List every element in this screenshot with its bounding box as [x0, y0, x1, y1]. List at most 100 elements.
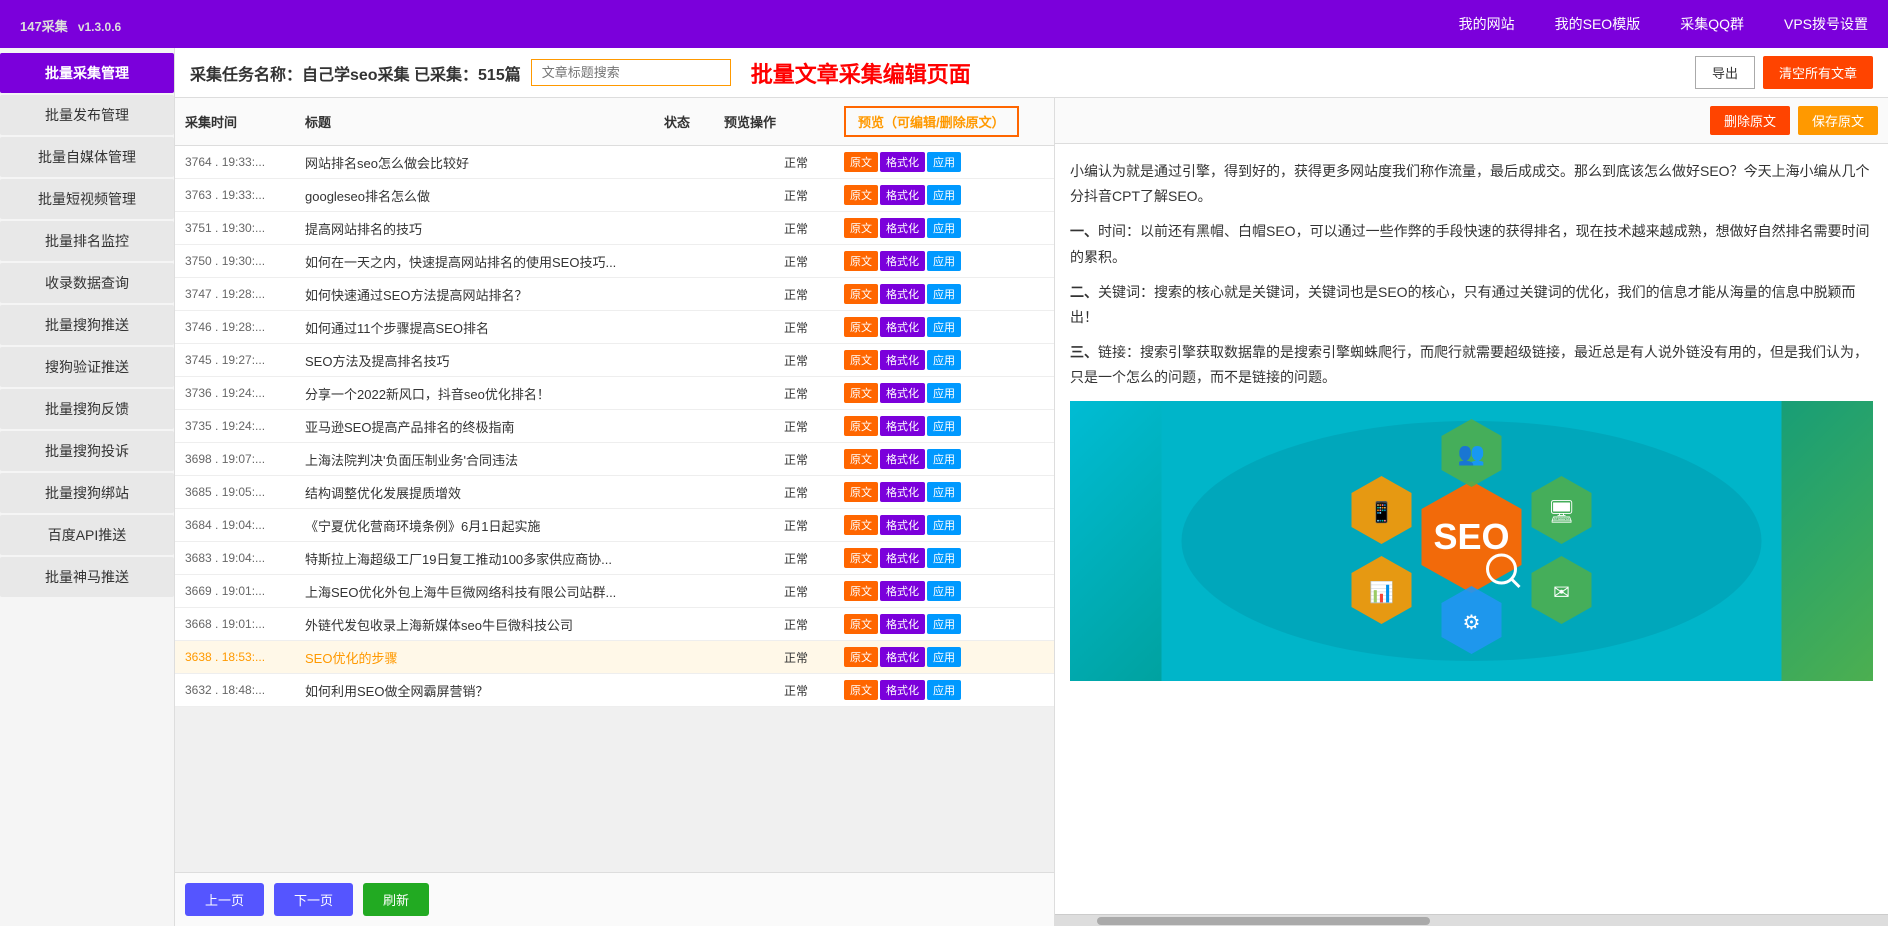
btn-geishi[interactable]: 格式化 — [880, 185, 925, 205]
btn-yingyon[interactable]: 应用 — [927, 449, 961, 469]
sidebar-item-batch-collect[interactable]: 批量采集管理 — [0, 53, 174, 93]
btn-yuanwen[interactable]: 原文 — [844, 614, 878, 634]
sidebar-item-batch-media[interactable]: 批量自媒体管理 — [0, 137, 174, 177]
sidebar: 批量采集管理 批量发布管理 批量自媒体管理 批量短视频管理 批量排名监控 收录数… — [0, 48, 175, 926]
btn-yuanwen[interactable]: 原文 — [844, 680, 878, 700]
btn-yuanwen[interactable]: 原文 — [844, 416, 878, 436]
btn-yuanwen[interactable]: 原文 — [844, 515, 878, 535]
btn-yuanwen[interactable]: 原文 — [844, 647, 878, 667]
export-button[interactable]: 导出 — [1695, 56, 1755, 89]
btn-yingyon[interactable]: 应用 — [927, 482, 961, 502]
btn-yingyon[interactable]: 应用 — [927, 515, 961, 535]
search-input[interactable] — [531, 59, 731, 86]
prev-page-button[interactable]: 上一页 — [185, 883, 264, 916]
table-row[interactable]: 3669 . 19:01:... 上海SEO优化外包上海牛巨微网络科技有限公司站… — [175, 575, 1054, 608]
btn-yingyon[interactable]: 应用 — [927, 647, 961, 667]
btn-geishi[interactable]: 格式化 — [880, 350, 925, 370]
btn-geishi[interactable]: 格式化 — [880, 581, 925, 601]
btn-geishi[interactable]: 格式化 — [880, 218, 925, 238]
nav-qq-group[interactable]: 采集QQ群 — [1680, 14, 1744, 34]
btn-yuanwen[interactable]: 原文 — [844, 152, 878, 172]
btn-geishi[interactable]: 格式化 — [880, 482, 925, 502]
btn-yingyon[interactable]: 应用 — [927, 185, 961, 205]
table-row[interactable]: 3750 . 19:30:... 如何在一天之内，快速提高网站排名的使用SEO技… — [175, 245, 1054, 278]
btn-yingyon[interactable]: 应用 — [927, 680, 961, 700]
btn-yuanwen[interactable]: 原文 — [844, 449, 878, 469]
sidebar-item-batch-sogou-feedback[interactable]: 批量搜狗反馈 — [0, 389, 174, 429]
btn-geishi[interactable]: 格式化 — [880, 251, 925, 271]
sidebar-item-batch-shenma[interactable]: 批量神马推送 — [0, 557, 174, 597]
table-row[interactable]: 3685 . 19:05:... 结构调整优化发展提质增效 正常 原文 格式化 … — [175, 476, 1054, 509]
nav-vps-setting[interactable]: VPS拨号设置 — [1784, 14, 1868, 34]
btn-yingyon[interactable]: 应用 — [927, 548, 961, 568]
sidebar-item-batch-sogou-complaint[interactable]: 批量搜狗投诉 — [0, 431, 174, 471]
btn-geishi[interactable]: 格式化 — [880, 614, 925, 634]
btn-geishi[interactable]: 格式化 — [880, 647, 925, 667]
btn-geishi[interactable]: 格式化 — [880, 515, 925, 535]
table-row[interactable]: 3763 . 19:33:... googleseo排名怎么做 正常 原文 格式… — [175, 179, 1054, 212]
table-row[interactable]: 3747 . 19:28:... 如何快速通过SEO方法提高网站排名？ 正常 原… — [175, 278, 1054, 311]
btn-geishi[interactable]: 格式化 — [880, 449, 925, 469]
table-row[interactable]: 3638 . 18:53:... SEO优化的步骤 正常 原文 格式化 应用 — [175, 641, 1054, 674]
table-row[interactable]: 3735 . 19:24:... 亚马逊SEO提高产品排名的终极指南 正常 原文… — [175, 410, 1054, 443]
horizontal-scrollbar[interactable] — [1055, 914, 1888, 926]
btn-yuanwen[interactable]: 原文 — [844, 317, 878, 337]
btn-yingyon[interactable]: 应用 — [927, 416, 961, 436]
preview-edit-label[interactable]: 预览（可编辑/删除原文） — [844, 106, 1019, 137]
btn-yuanwen[interactable]: 原文 — [844, 251, 878, 271]
table-row[interactable]: 3745 . 19:27:... SEO方法及提高排名技巧 正常 原文 格式化 … — [175, 344, 1054, 377]
btn-geishi[interactable]: 格式化 — [880, 548, 925, 568]
nav-my-site[interactable]: 我的网站 — [1459, 14, 1515, 34]
sidebar-item-sogou-verify[interactable]: 搜狗验证推送 — [0, 347, 174, 387]
clear-all-button[interactable]: 清空所有文章 — [1763, 56, 1873, 89]
sidebar-item-batch-monitor[interactable]: 批量排名监控 — [0, 221, 174, 261]
btn-yingyon[interactable]: 应用 — [927, 350, 961, 370]
btn-geishi[interactable]: 格式化 — [880, 152, 925, 172]
cell-actions: 原文 格式化 应用 — [844, 152, 1044, 172]
btn-geishi[interactable]: 格式化 — [880, 383, 925, 403]
table-row[interactable]: 3698 . 19:07:... 上海法院判决'负面压制业务'合同违法 正常 原… — [175, 443, 1054, 476]
delete-original-button[interactable]: 删除原文 — [1710, 106, 1790, 135]
table-row[interactable]: 3736 . 19:24:... 分享一个2022新风口，抖音seo优化排名！ … — [175, 377, 1054, 410]
sidebar-item-data-query[interactable]: 收录数据查询 — [0, 263, 174, 303]
cell-actions: 原文 格式化 应用 — [844, 482, 1044, 502]
nav-seo-template[interactable]: 我的SEO模版 — [1555, 14, 1641, 34]
btn-yuanwen[interactable]: 原文 — [844, 548, 878, 568]
btn-yuanwen[interactable]: 原文 — [844, 482, 878, 502]
next-page-button[interactable]: 下一页 — [274, 883, 353, 916]
btn-yingyon[interactable]: 应用 — [927, 152, 961, 172]
btn-yuanwen[interactable]: 原文 — [844, 284, 878, 304]
sidebar-item-batch-publish[interactable]: 批量发布管理 — [0, 95, 174, 135]
btn-yingyon[interactable]: 应用 — [927, 284, 961, 304]
btn-geishi[interactable]: 格式化 — [880, 317, 925, 337]
refresh-button[interactable]: 刷新 — [363, 883, 429, 916]
table-row[interactable]: 3764 . 19:33:... 网站排名seo怎么做会比较好 正常 原文 格式… — [175, 146, 1054, 179]
btn-geishi[interactable]: 格式化 — [880, 680, 925, 700]
btn-yuanwen[interactable]: 原文 — [844, 581, 878, 601]
btn-yingyon[interactable]: 应用 — [927, 317, 961, 337]
btn-geishi[interactable]: 格式化 — [880, 416, 925, 436]
table-row[interactable]: 3668 . 19:01:... 外链代发包收录上海新媒体seo牛巨微科技公司 … — [175, 608, 1054, 641]
table-row[interactable]: 3632 . 18:48:... 如何利用SEO做全网霸屏营销？ 正常 原文 格… — [175, 674, 1054, 707]
cell-title: SEO优化的步骤 — [305, 648, 784, 667]
btn-yingyon[interactable]: 应用 — [927, 218, 961, 238]
sidebar-item-batch-sogou-bind[interactable]: 批量搜狗绑站 — [0, 473, 174, 513]
btn-yuanwen[interactable]: 原文 — [844, 383, 878, 403]
sidebar-item-batch-video[interactable]: 批量短视频管理 — [0, 179, 174, 219]
save-original-button[interactable]: 保存原文 — [1798, 106, 1878, 135]
btn-yuanwen[interactable]: 原文 — [844, 350, 878, 370]
btn-yuanwen[interactable]: 原文 — [844, 218, 878, 238]
table-row[interactable]: 3684 . 19:04:... 《宁夏优化营商环境条例》6月1日起实施 正常 … — [175, 509, 1054, 542]
btn-yingyon[interactable]: 应用 — [927, 251, 961, 271]
btn-yingyon[interactable]: 应用 — [927, 614, 961, 634]
btn-geishi[interactable]: 格式化 — [880, 284, 925, 304]
btn-yingyon[interactable]: 应用 — [927, 383, 961, 403]
sidebar-item-batch-sogou-push[interactable]: 批量搜狗推送 — [0, 305, 174, 345]
table-row[interactable]: 3683 . 19:04:... 特斯拉上海超级工厂19日复工推动100多家供应… — [175, 542, 1054, 575]
cell-actions: 原文 格式化 应用 — [844, 317, 1044, 337]
table-row[interactable]: 3746 . 19:28:... 如何通过11个步骤提高SEO排名 正常 原文 … — [175, 311, 1054, 344]
btn-yuanwen[interactable]: 原文 — [844, 185, 878, 205]
table-row[interactable]: 3751 . 19:30:... 提高网站排名的技巧 正常 原文 格式化 应用 — [175, 212, 1054, 245]
sidebar-item-baidu-api[interactable]: 百度API推送 — [0, 515, 174, 555]
btn-yingyon[interactable]: 应用 — [927, 581, 961, 601]
